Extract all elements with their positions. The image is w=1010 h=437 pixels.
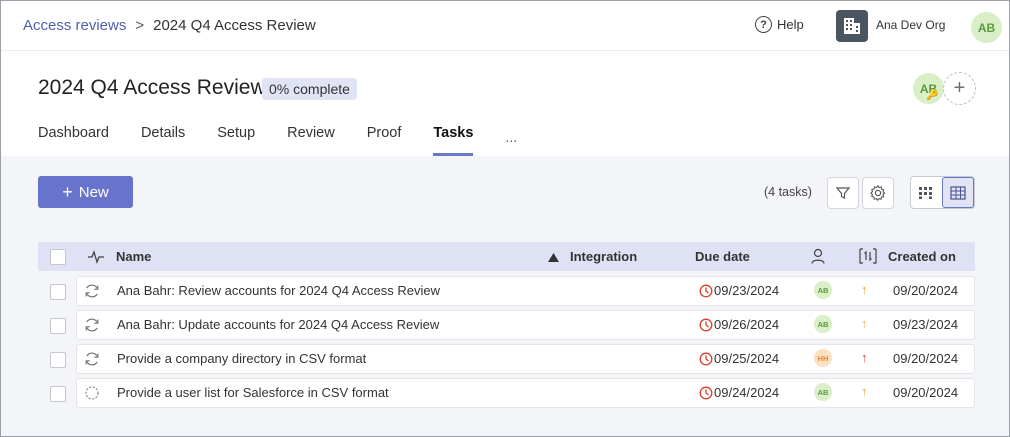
created-date: 09/23/2024 (893, 317, 959, 332)
org-name[interactable]: Ana Dev Org (876, 18, 945, 32)
table-view-button[interactable] (941, 177, 974, 208)
column-settings-button[interactable] (862, 177, 894, 209)
select-all-checkbox[interactable] (50, 249, 66, 265)
tab-more-button[interactable]: ... (505, 125, 517, 156)
top-bar: Access reviews > 2024 Q4 Access Review ?… (1, 1, 1009, 51)
add-owner-button[interactable]: + (943, 72, 976, 105)
new-task-button[interactable]: + New (38, 176, 133, 208)
column-name[interactable]: Name (116, 249, 151, 264)
priority-sort-icon[interactable] (859, 248, 877, 264)
priority-up-icon: ↑ (861, 384, 868, 399)
due-date-text: 09/25/2024 (714, 351, 780, 366)
tab-dashboard[interactable]: Dashboard (38, 125, 109, 156)
key-icon: 🔑 (926, 90, 939, 101)
table-row[interactable]: Provide a user list for Salesforce in CS… (38, 378, 975, 412)
due-date: 09/26/2024 (699, 317, 779, 332)
due-date: 09/23/2024 (699, 283, 779, 298)
created-date: 09/20/2024 (893, 283, 959, 298)
due-date: 09/24/2024 (699, 385, 779, 400)
filter-button[interactable] (827, 177, 859, 209)
due-date-text: 09/23/2024 (714, 283, 780, 298)
priority-up-icon: ↑ (861, 316, 868, 331)
row-checkbox[interactable] (50, 386, 66, 402)
assignee-avatar[interactable]: AB (814, 315, 832, 333)
breadcrumb-access-reviews-link[interactable]: Access reviews (23, 17, 126, 34)
overdue-clock-icon (699, 386, 713, 399)
person-icon[interactable] (811, 248, 825, 264)
sort-ascending-icon[interactable] (548, 253, 559, 262)
table-row[interactable]: Ana Bahr: Update accounts for 2024 Q4 Ac… (38, 310, 975, 344)
column-integration[interactable]: Integration (570, 249, 637, 264)
board-view-button[interactable] (911, 177, 942, 208)
tab-review[interactable]: Review (287, 125, 335, 156)
recurring-icon (85, 352, 99, 366)
recurring-icon (85, 284, 99, 298)
progress-badge: 0% complete (262, 78, 357, 100)
breadcrumb: Access reviews > 2024 Q4 Access Review (23, 17, 316, 34)
gear-icon (870, 184, 886, 202)
assignee-avatar[interactable]: HH (814, 349, 832, 367)
task-name[interactable]: Ana Bahr: Update accounts for 2024 Q4 Ac… (117, 317, 439, 332)
pending-circle-icon (85, 386, 99, 400)
created-date: 09/20/2024 (893, 351, 959, 366)
tab-tasks[interactable]: Tasks (433, 125, 474, 156)
priority-up-icon: ↑ (861, 282, 868, 297)
table-row[interactable]: Ana Bahr: Review accounts for 2024 Q4 Ac… (38, 276, 975, 310)
tab-setup[interactable]: Setup (217, 125, 255, 156)
assignee-avatar[interactable]: AB (814, 383, 832, 401)
new-button-label: New (78, 183, 109, 201)
task-count: (4 tasks) (764, 185, 812, 199)
table-row[interactable]: Provide a company directory in CSV forma… (38, 344, 975, 378)
column-created-on[interactable]: Created on (888, 249, 956, 264)
help-label: Help (777, 17, 804, 32)
tab-bar: Dashboard Details Setup Review Proof Tas… (38, 125, 517, 156)
column-due-date[interactable]: Due date (695, 249, 750, 264)
org-building-icon[interactable] (836, 10, 868, 42)
task-name[interactable]: Ana Bahr: Review accounts for 2024 Q4 Ac… (117, 283, 440, 298)
page-title: 2024 Q4 Access Review (38, 76, 266, 99)
recurring-icon (85, 318, 99, 332)
due-date-text: 09/26/2024 (714, 317, 780, 332)
overdue-clock-icon (699, 318, 713, 331)
row-checkbox[interactable] (50, 318, 66, 334)
breadcrumb-current: 2024 Q4 Access Review (153, 17, 316, 34)
overdue-clock-icon (699, 284, 713, 297)
row-checkbox[interactable] (50, 284, 66, 300)
task-name[interactable]: Provide a user list for Salesforce in CS… (117, 385, 389, 400)
overdue-clock-icon (699, 352, 713, 365)
task-list: Ana Bahr: Review accounts for 2024 Q4 Ac… (38, 276, 975, 412)
user-avatar[interactable]: AB (971, 12, 1002, 43)
tasks-panel: + New (4 tasks) Name Integration Due dat… (1, 156, 1009, 436)
activity-icon[interactable] (88, 250, 104, 264)
due-date: 09/25/2024 (699, 351, 779, 366)
created-date: 09/20/2024 (893, 385, 959, 400)
tab-proof[interactable]: Proof (367, 125, 402, 156)
breadcrumb-separator: > (135, 17, 145, 34)
table-header: Name Integration Due date Created on (38, 242, 975, 271)
priority-up-icon: ↑ (861, 350, 868, 365)
question-circle-icon: ? (755, 16, 772, 33)
board-icon (919, 186, 933, 199)
task-name[interactable]: Provide a company directory in CSV forma… (117, 351, 366, 366)
table-icon (950, 185, 966, 200)
plus-icon: + (62, 181, 73, 202)
due-date-text: 09/24/2024 (714, 385, 780, 400)
assignee-avatar[interactable]: AB (814, 281, 832, 299)
tab-details[interactable]: Details (141, 125, 185, 156)
view-toggle (910, 176, 975, 209)
filter-icon (835, 187, 851, 199)
row-checkbox[interactable] (50, 352, 66, 368)
help-button[interactable]: ? Help (755, 16, 804, 33)
